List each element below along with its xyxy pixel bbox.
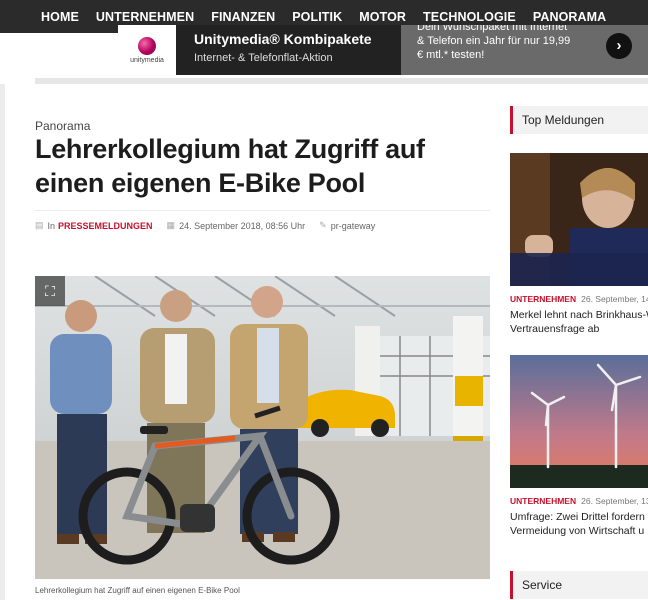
ad-offer: Dein Wunschpaket mit Internet & Telefon … — [401, 25, 648, 75]
sidebar-item-category[interactable]: UNTERNEHMEN — [510, 496, 576, 506]
ad-subtitle: Internet- & Telefonflat-Aktion — [194, 52, 333, 64]
article-photo[interactable]: ⛶ — [35, 276, 490, 579]
sidebar-item-meta: UNTERNEHMEN 26. September, 13:18 — [510, 496, 648, 506]
merkel-photo — [510, 153, 648, 286]
unitymedia-logo-icon — [138, 36, 156, 55]
meta-in-label: In — [47, 220, 56, 231]
folder-icon: ▤ — [35, 220, 44, 230]
category-link[interactable]: PRESSEMELDUNGEN — [58, 221, 153, 231]
sidebar-item-title-line1: Merkel lehnt nach Brinkhaus-W — [510, 309, 648, 321]
nav-item-motor[interactable]: MOTOR — [359, 10, 406, 24]
windmill-photo — [510, 355, 648, 488]
top-meldungen-header[interactable]: Top Meldungen — [510, 106, 648, 134]
nav-item-panorama[interactable]: PANORAMA — [533, 10, 606, 24]
meta-divider — [35, 210, 490, 211]
nav-item-home[interactable]: HOME — [41, 10, 79, 24]
photo-caption: Lehrerkollegium hat Zugriff auf einen ei… — [35, 586, 240, 595]
ad-offer-line0: Dein Wunschpaket mit Internet — [417, 25, 568, 33]
expand-icon[interactable]: ⛶ — [35, 276, 65, 306]
nav-item-politik[interactable]: POLITIK — [292, 10, 342, 24]
windmill-news-image[interactable] — [510, 355, 648, 488]
sidebar-item-title-line2: Vermeidung von Wirtschaft u — [510, 525, 645, 537]
sidebar-item-title[interactable]: Umfrage: Zwei Drittel fordern Vermeidung… — [510, 510, 648, 538]
merkel-news-image[interactable] — [510, 153, 648, 286]
nav-item-finanzen[interactable]: FINANZEN — [211, 10, 275, 24]
article-headline: Lehrerkollegium hat Zugriff auf einen ei… — [35, 134, 425, 198]
sidebar-item-category[interactable]: UNTERNEHMEN — [510, 294, 576, 304]
sidebar-item-title-line1: Umfrage: Zwei Drittel fordern — [510, 511, 645, 523]
calendar-icon: ▦ — [166, 220, 176, 230]
pen-icon: ✎ — [319, 220, 327, 230]
service-header[interactable]: Service — [510, 571, 648, 599]
nav-item-technologie[interactable]: TECHNOLOGIE — [423, 10, 516, 24]
article-meta: ▤ In PRESSEMELDUNGEN ▦ 24. September 201… — [35, 220, 375, 231]
sidebar-item-date: 26. September, 13:18 — [581, 496, 648, 506]
ad-text-block: Unitymedia® Kombipakete Internet- & Tele… — [176, 25, 401, 75]
chevron-right-icon[interactable]: › — [606, 33, 632, 59]
article-category[interactable]: Panorama — [35, 119, 90, 133]
page-edge — [0, 84, 5, 600]
sidebar-item-title-line2: Vertrauensfrage ab — [510, 323, 600, 335]
nav-item-unternehmen[interactable]: UNTERNEHMEN — [96, 10, 194, 24]
sidebar-item-meta: UNTERNEHMEN 26. September, 14:55 — [510, 294, 648, 304]
ad-title: Unitymedia® Kombipakete — [194, 31, 372, 47]
article-date: 24. September 2018, 08:56 Uhr — [179, 220, 306, 231]
article-author[interactable]: pr-gateway — [331, 221, 376, 231]
sidebar-item-date: 26. September, 14:55 — [581, 294, 648, 304]
ad-logo: unitymedia — [118, 25, 176, 75]
ebike-photo — [35, 276, 490, 579]
sidebar-item-title[interactable]: Merkel lehnt nach Brinkhaus-W Vertrauens… — [510, 308, 648, 336]
divider — [35, 78, 648, 84]
ad-banner[interactable]: unitymedia Unitymedia® Kombipakete Inter… — [118, 25, 648, 75]
ad-logo-text: unitymedia — [130, 56, 164, 64]
